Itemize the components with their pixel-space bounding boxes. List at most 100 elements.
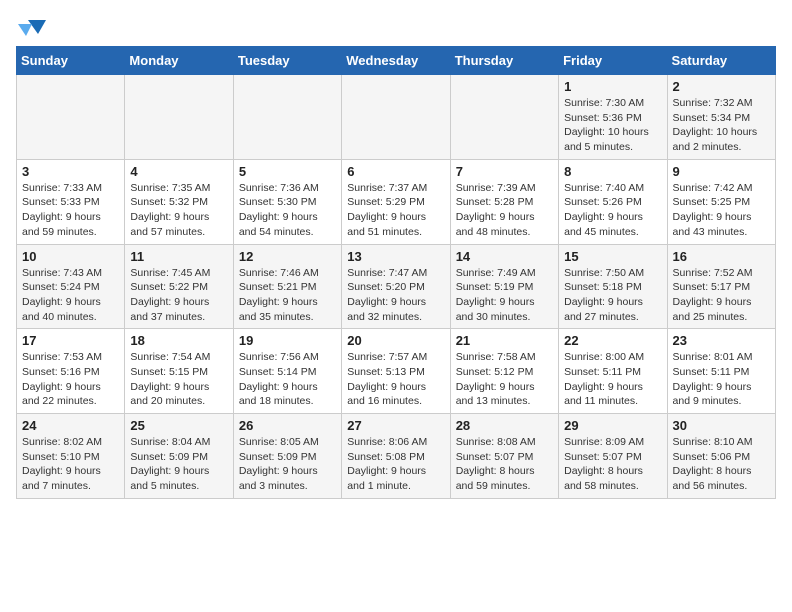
day-info: Sunrise: 8:04 AM Sunset: 5:09 PM Dayligh…	[130, 435, 227, 494]
day-cell: 16 Sunrise: 7:52 AM Sunset: 5:17 PM Dayli…	[667, 244, 775, 329]
day-cell: 14Sunrise: 7:49 AM Sunset: 5:19 PM Dayli…	[450, 244, 558, 329]
day-cell: 1 Sunrise: 7:30 AM Sunset: 5:36 PM Daylig…	[559, 75, 667, 160]
day-number: 24	[22, 418, 119, 433]
day-number: 29	[564, 418, 661, 433]
day-number: 25	[130, 418, 227, 433]
weekday-header-thursday: Thursday	[450, 47, 558, 75]
day-number: 23	[673, 333, 770, 348]
day-info: Sunrise: 7:46 AM Sunset: 5:21 PM Dayligh…	[239, 266, 336, 325]
day-info: Sunrise: 7:39 AM Sunset: 5:28 PM Dayligh…	[456, 181, 553, 240]
day-info: Sunrise: 7:33 AM Sunset: 5:33 PM Dayligh…	[22, 181, 119, 240]
day-info: Sunrise: 7:54 AM Sunset: 5:15 PM Dayligh…	[130, 350, 227, 409]
logo	[16, 16, 48, 38]
day-info: Sunrise: 7:36 AM Sunset: 5:30 PM Dayligh…	[239, 181, 336, 240]
day-info: Sunrise: 8:00 AM Sunset: 5:11 PM Dayligh…	[564, 350, 661, 409]
day-cell: 21 Sunrise: 7:58 AM Sunset: 5:12 PM Dayli…	[450, 329, 558, 414]
day-info: Sunrise: 8:08 AM Sunset: 5:07 PM Dayligh…	[456, 435, 553, 494]
day-number: 16	[673, 249, 770, 264]
day-cell: 12 Sunrise: 7:46 AM Sunset: 5:21 PM Dayli…	[233, 244, 341, 329]
day-info: Sunrise: 7:50 AM Sunset: 5:18 PM Dayligh…	[564, 266, 661, 325]
day-cell: 17 Sunrise: 7:53 AM Sunset: 5:16 PM Dayli…	[17, 329, 125, 414]
day-cell	[17, 75, 125, 160]
day-cell	[233, 75, 341, 160]
day-cell: 28 Sunrise: 8:08 AM Sunset: 5:07 PM Dayli…	[450, 414, 558, 499]
day-number: 27	[347, 418, 444, 433]
day-info: Sunrise: 7:57 AM Sunset: 5:13 PM Dayligh…	[347, 350, 444, 409]
week-row-3: 10 Sunrise: 7:43 AM Sunset: 5:24 PM Dayli…	[17, 244, 776, 329]
week-row-2: 3 Sunrise: 7:33 AM Sunset: 5:33 PM Daylig…	[17, 159, 776, 244]
day-cell: 7 Sunrise: 7:39 AM Sunset: 5:28 PM Daylig…	[450, 159, 558, 244]
day-number: 3	[22, 164, 119, 179]
day-info: Sunrise: 8:10 AM Sunset: 5:06 PM Dayligh…	[673, 435, 770, 494]
day-number: 30	[673, 418, 770, 433]
day-info: Sunrise: 7:43 AM Sunset: 5:24 PM Dayligh…	[22, 266, 119, 325]
weekday-header-row: SundayMondayTuesdayWednesdayThursdayFrid…	[17, 47, 776, 75]
day-number: 15	[564, 249, 661, 264]
day-cell: 11Sunrise: 7:45 AM Sunset: 5:22 PM Dayli…	[125, 244, 233, 329]
day-cell: 13 Sunrise: 7:47 AM Sunset: 5:20 PM Dayli…	[342, 244, 450, 329]
day-number: 1	[564, 79, 661, 94]
day-cell: 26 Sunrise: 8:05 AM Sunset: 5:09 PM Dayli…	[233, 414, 341, 499]
day-cell: 22 Sunrise: 8:00 AM Sunset: 5:11 PM Dayli…	[559, 329, 667, 414]
day-info: Sunrise: 8:06 AM Sunset: 5:08 PM Dayligh…	[347, 435, 444, 494]
weekday-header-monday: Monday	[125, 47, 233, 75]
day-cell: 18 Sunrise: 7:54 AM Sunset: 5:15 PM Dayli…	[125, 329, 233, 414]
day-info: Sunrise: 8:02 AM Sunset: 5:10 PM Dayligh…	[22, 435, 119, 494]
day-number: 9	[673, 164, 770, 179]
day-cell: 3 Sunrise: 7:33 AM Sunset: 5:33 PM Daylig…	[17, 159, 125, 244]
day-number: 2	[673, 79, 770, 94]
logo-icon	[18, 16, 48, 38]
day-info: Sunrise: 7:56 AM Sunset: 5:14 PM Dayligh…	[239, 350, 336, 409]
day-info: Sunrise: 7:47 AM Sunset: 5:20 PM Dayligh…	[347, 266, 444, 325]
day-cell: 15 Sunrise: 7:50 AM Sunset: 5:18 PM Dayli…	[559, 244, 667, 329]
day-info: Sunrise: 7:32 AM Sunset: 5:34 PM Dayligh…	[673, 96, 770, 155]
day-cell: 2 Sunrise: 7:32 AM Sunset: 5:34 PM Daylig…	[667, 75, 775, 160]
day-number: 12	[239, 249, 336, 264]
day-number: 6	[347, 164, 444, 179]
day-cell: 4Sunrise: 7:35 AM Sunset: 5:32 PM Daylig…	[125, 159, 233, 244]
day-number: 13	[347, 249, 444, 264]
day-number: 8	[564, 164, 661, 179]
day-number: 26	[239, 418, 336, 433]
day-number: 28	[456, 418, 553, 433]
weekday-header-tuesday: Tuesday	[233, 47, 341, 75]
day-info: Sunrise: 8:01 AM Sunset: 5:11 PM Dayligh…	[673, 350, 770, 409]
day-info: Sunrise: 7:49 AM Sunset: 5:19 PM Dayligh…	[456, 266, 553, 325]
day-info: Sunrise: 7:53 AM Sunset: 5:16 PM Dayligh…	[22, 350, 119, 409]
day-cell: 19 Sunrise: 7:56 AM Sunset: 5:14 PM Dayli…	[233, 329, 341, 414]
day-cell: 27 Sunrise: 8:06 AM Sunset: 5:08 PM Dayli…	[342, 414, 450, 499]
day-cell: 25 Sunrise: 8:04 AM Sunset: 5:09 PM Dayli…	[125, 414, 233, 499]
day-info: Sunrise: 7:35 AM Sunset: 5:32 PM Dayligh…	[130, 181, 227, 240]
week-row-4: 17 Sunrise: 7:53 AM Sunset: 5:16 PM Dayli…	[17, 329, 776, 414]
day-number: 21	[456, 333, 553, 348]
day-cell	[342, 75, 450, 160]
weekday-header-sunday: Sunday	[17, 47, 125, 75]
day-number: 22	[564, 333, 661, 348]
day-number: 19	[239, 333, 336, 348]
day-cell: 10 Sunrise: 7:43 AM Sunset: 5:24 PM Dayli…	[17, 244, 125, 329]
day-cell: 24 Sunrise: 8:02 AM Sunset: 5:10 PM Dayli…	[17, 414, 125, 499]
day-cell: 23 Sunrise: 8:01 AM Sunset: 5:11 PM Dayli…	[667, 329, 775, 414]
day-cell: 29 Sunrise: 8:09 AM Sunset: 5:07 PM Dayli…	[559, 414, 667, 499]
day-info: Sunrise: 7:30 AM Sunset: 5:36 PM Dayligh…	[564, 96, 661, 155]
day-cell: 8 Sunrise: 7:40 AM Sunset: 5:26 PM Daylig…	[559, 159, 667, 244]
day-info: Sunrise: 7:42 AM Sunset: 5:25 PM Dayligh…	[673, 181, 770, 240]
day-info: Sunrise: 7:52 AM Sunset: 5:17 PM Dayligh…	[673, 266, 770, 325]
weekday-header-friday: Friday	[559, 47, 667, 75]
day-info: Sunrise: 8:09 AM Sunset: 5:07 PM Dayligh…	[564, 435, 661, 494]
day-number: 10	[22, 249, 119, 264]
day-info: Sunrise: 7:40 AM Sunset: 5:26 PM Dayligh…	[564, 181, 661, 240]
day-number: 20	[347, 333, 444, 348]
day-cell	[125, 75, 233, 160]
day-cell: 20 Sunrise: 7:57 AM Sunset: 5:13 PM Dayli…	[342, 329, 450, 414]
day-number: 7	[456, 164, 553, 179]
day-cell	[450, 75, 558, 160]
header	[16, 16, 776, 38]
day-info: Sunrise: 8:05 AM Sunset: 5:09 PM Dayligh…	[239, 435, 336, 494]
day-cell: 30 Sunrise: 8:10 AM Sunset: 5:06 PM Dayli…	[667, 414, 775, 499]
day-number: 18	[130, 333, 227, 348]
day-number: 11	[130, 249, 227, 264]
day-info: Sunrise: 7:58 AM Sunset: 5:12 PM Dayligh…	[456, 350, 553, 409]
day-number: 17	[22, 333, 119, 348]
weekday-header-wednesday: Wednesday	[342, 47, 450, 75]
